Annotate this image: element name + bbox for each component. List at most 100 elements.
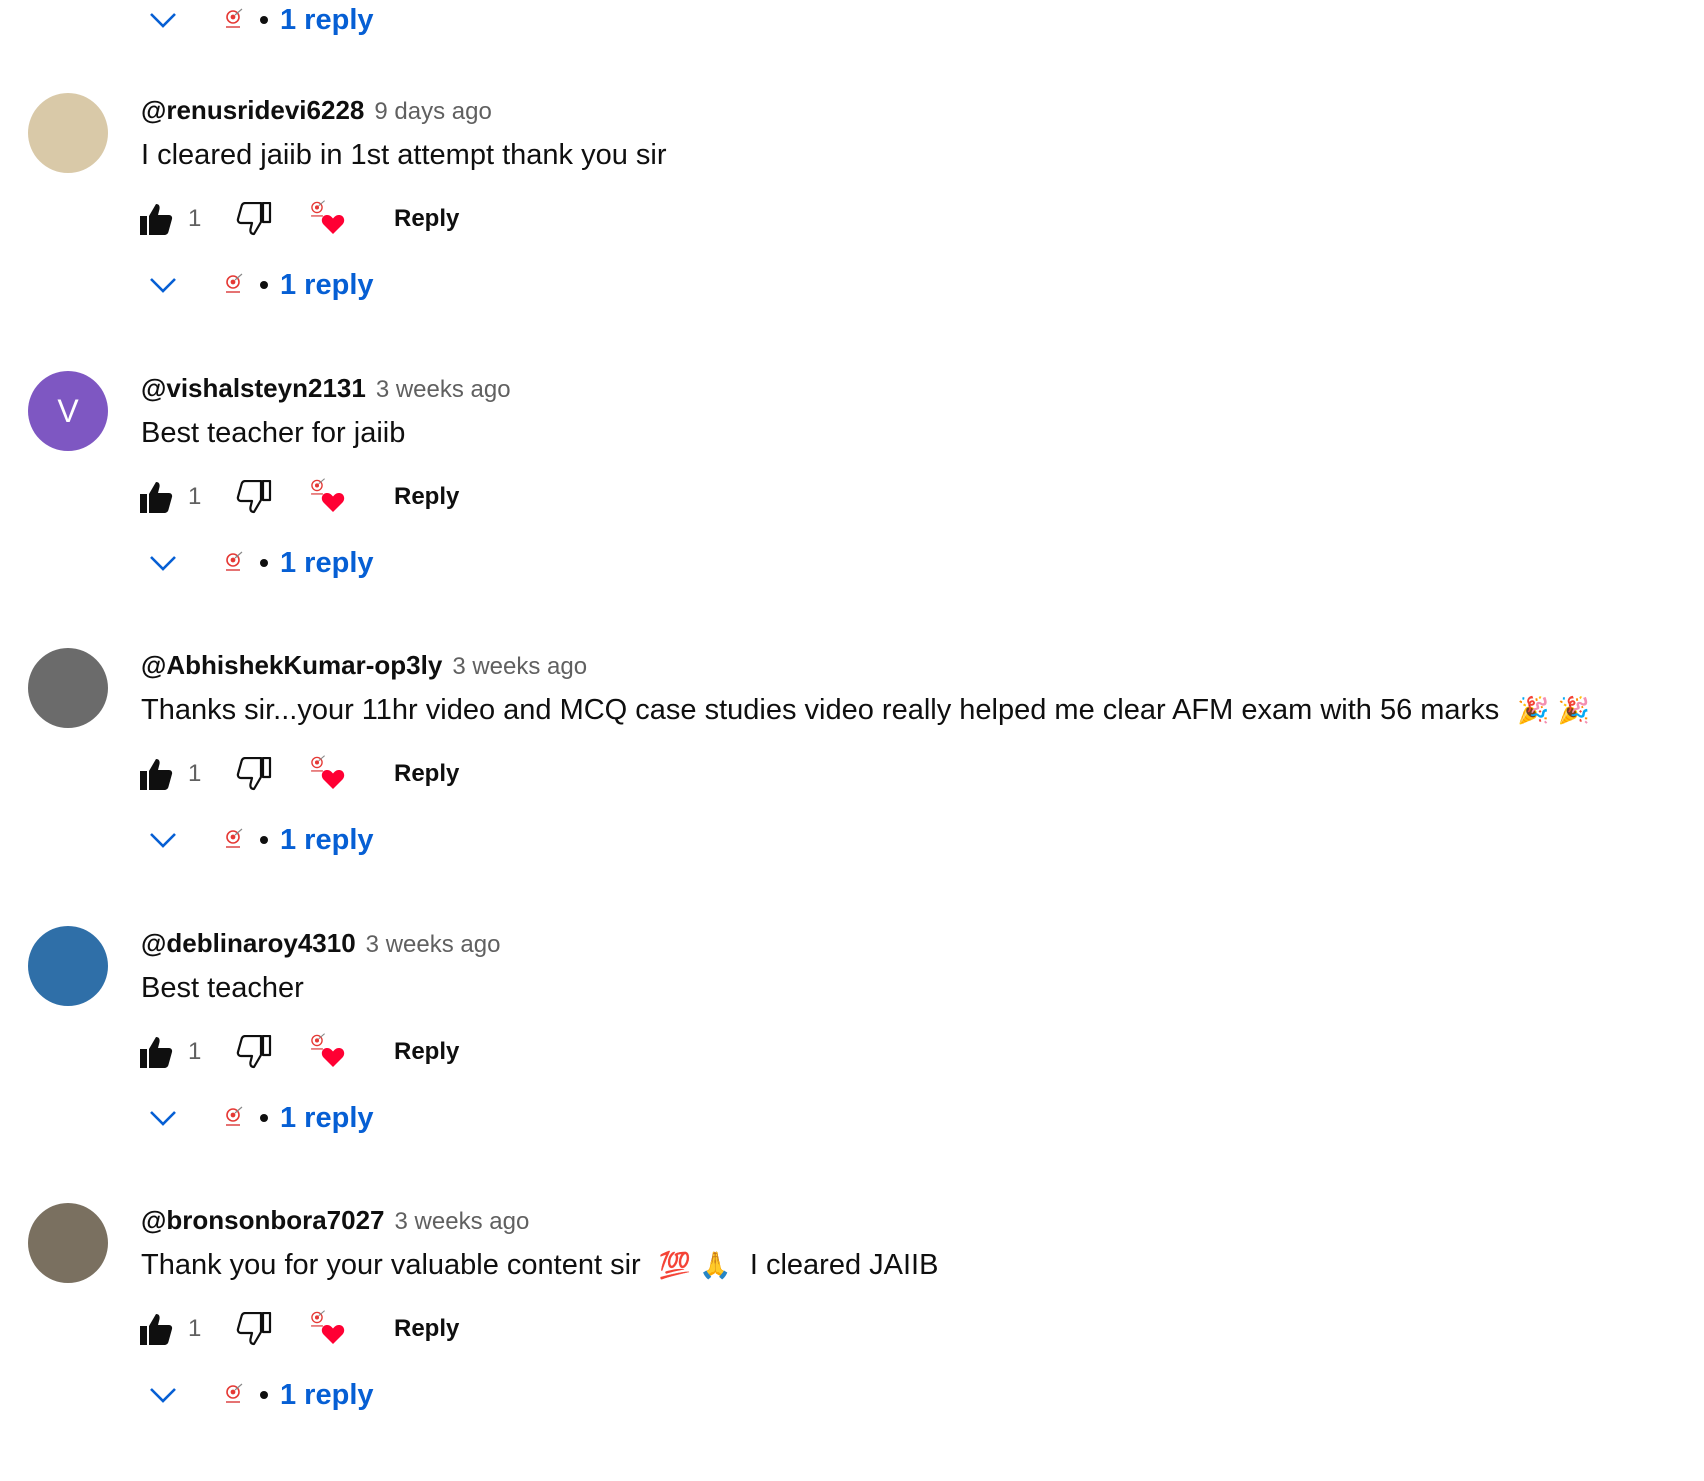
creator-avatar-icon [218, 1380, 248, 1410]
comment-actions: 1 Reply [138, 752, 459, 796]
chevron-down-icon[interactable] [146, 9, 180, 31]
avatar[interactable] [28, 93, 108, 173]
comment-text-main: Best teacher [141, 972, 304, 1004]
chevron-down-icon[interactable] [146, 1107, 180, 1129]
replies-count-link[interactable]: 1 reply [280, 824, 374, 857]
replies-toggle[interactable]: 1 reply [146, 820, 374, 860]
avatar[interactable] [28, 648, 108, 728]
like-button[interactable] [138, 480, 174, 514]
like-count: 1 [188, 1038, 202, 1065]
reply-button[interactable]: Reply [394, 205, 459, 233]
comment-actions: 1 Reply [138, 1030, 459, 1074]
comment-timestamp[interactable]: 9 days ago [374, 98, 491, 126]
reply-button[interactable]: Reply [394, 1315, 459, 1343]
like-count: 1 [188, 760, 202, 787]
author-name[interactable]: @renusridevi6228 [141, 95, 364, 126]
reply-button[interactable]: Reply [394, 483, 459, 511]
comment-emoji: 🎉 🎉 [1517, 696, 1591, 726]
replies-toggle[interactable]: 1 reply [146, 1098, 374, 1138]
creator-heart-badge [306, 1309, 346, 1349]
creator-heart-icon [321, 1324, 345, 1344]
replies-count-link[interactable]: 1 reply [280, 4, 374, 37]
chevron-down-icon[interactable] [146, 274, 180, 296]
comment-timestamp[interactable]: 3 weeks ago [452, 653, 587, 681]
replies-count-link[interactable]: 1 reply [280, 1102, 374, 1135]
replies-toggle[interactable]: 1 reply [146, 0, 374, 40]
comment-timestamp[interactable]: 3 weeks ago [395, 1208, 530, 1236]
creator-heart-icon [321, 492, 345, 512]
creator-avatar-icon [218, 1103, 248, 1133]
creator-avatar-icon [218, 270, 248, 300]
creator-avatar-icon [218, 825, 248, 855]
like-icon [140, 482, 173, 513]
separator-dot [260, 836, 268, 844]
comment-timestamp[interactable]: 3 weeks ago [376, 376, 511, 404]
comment-thread: @bronsonbora7027 3 weeks ago Thank you f… [0, 1203, 1704, 1481]
separator-dot [260, 16, 268, 24]
dislike-button[interactable] [236, 757, 272, 791]
like-button[interactable] [138, 757, 174, 791]
author-name[interactable]: @bronsonbora7027 [141, 1205, 385, 1236]
like-icon [140, 204, 173, 235]
reply-button[interactable]: Reply [394, 760, 459, 788]
avatar[interactable]: V [28, 371, 108, 451]
creator-heart-badge [306, 754, 346, 794]
comment-text: Best teacher [141, 972, 304, 1005]
replies-toggle[interactable]: 1 reply [146, 265, 374, 305]
comment-thread: @deblinaroy4310 3 weeks ago Best teacher… [0, 926, 1704, 1204]
avatar[interactable] [28, 1203, 108, 1283]
replies-count-link[interactable]: 1 reply [280, 1379, 374, 1412]
creator-avatar-icon [218, 5, 248, 35]
replies-count-link[interactable]: 1 reply [280, 269, 374, 302]
dislike-button[interactable] [236, 202, 272, 236]
author-name[interactable]: @vishalsteyn2131 [141, 373, 366, 404]
comment-text-main: I cleared jaiib in 1st attempt thank you… [141, 139, 667, 171]
dislike-button[interactable] [236, 480, 272, 514]
replies-count-link[interactable]: 1 reply [280, 547, 374, 580]
author-name[interactable]: @AbhishekKumar-op3ly [141, 650, 442, 681]
separator-dot [260, 559, 268, 567]
separator-dot [260, 281, 268, 289]
creator-heart-icon [321, 769, 345, 789]
chevron-down-icon[interactable] [146, 552, 180, 574]
like-icon [140, 1314, 173, 1345]
like-button[interactable] [138, 1312, 174, 1346]
like-icon [140, 759, 173, 790]
creator-heart-badge [306, 1032, 346, 1072]
comment-actions: 1 Reply [138, 475, 459, 519]
dislike-button[interactable] [236, 1312, 272, 1346]
comment-text: I cleared jaiib in 1st attempt thank you… [141, 139, 666, 172]
chevron-down-icon[interactable] [146, 1384, 180, 1406]
avatar[interactable] [28, 926, 108, 1006]
like-icon [140, 1037, 173, 1068]
comment-header: @AbhishekKumar-op3ly 3 weeks ago [141, 650, 587, 681]
comment-thread: @renusridevi6228 9 days ago I cleared ja… [0, 93, 1704, 371]
like-button[interactable] [138, 202, 174, 236]
comment-header: @bronsonbora7027 3 weeks ago [141, 1205, 529, 1236]
like-count: 1 [188, 1315, 202, 1342]
comment-emoji: 💯 🙏 [658, 1251, 732, 1281]
comment-header: @vishalsteyn2131 3 weeks ago [141, 373, 511, 404]
reply-button[interactable]: Reply [394, 1038, 459, 1066]
comment-header: @renusridevi6228 9 days ago [141, 95, 492, 126]
creator-heart-badge [306, 477, 346, 517]
like-count: 1 [188, 483, 202, 510]
replies-toggle[interactable]: 1 reply [146, 1375, 374, 1415]
like-button[interactable] [138, 1035, 174, 1069]
comment-timestamp[interactable]: 3 weeks ago [366, 931, 501, 959]
separator-dot [260, 1114, 268, 1122]
replies-toggle[interactable]: 1 reply [146, 543, 374, 583]
comment-text-after: I cleared JAIIB [749, 1249, 939, 1281]
author-name[interactable]: @deblinaroy4310 [141, 928, 356, 959]
creator-avatar-icon [218, 548, 248, 578]
creator-heart-badge [306, 199, 346, 239]
chevron-down-icon[interactable] [146, 829, 180, 851]
comment-text-main: Best teacher for jaiib [141, 417, 406, 449]
dislike-icon [236, 1035, 272, 1069]
comment-text: Thank you for your valuable content sir … [141, 1249, 938, 1282]
comment-text-main: Thanks sir...your 11hr video and MCQ cas… [141, 694, 1500, 726]
separator-dot [260, 1391, 268, 1399]
comment-header: @deblinaroy4310 3 weeks ago [141, 928, 500, 959]
comment-text: Best teacher for jaiib [141, 417, 405, 450]
dislike-button[interactable] [236, 1035, 272, 1069]
